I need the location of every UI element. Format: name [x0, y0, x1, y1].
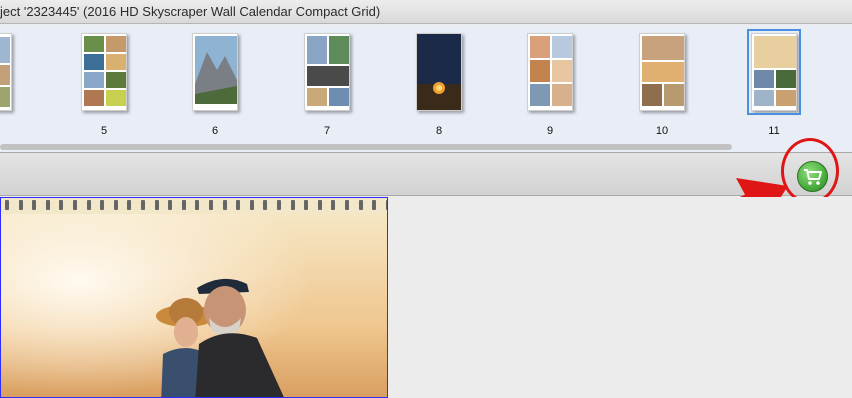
binding-ring: [277, 200, 281, 210]
binding-ring: [32, 200, 37, 210]
page-number: 8: [435, 125, 443, 137]
binding-ring: [141, 200, 145, 210]
binding-ring: [236, 200, 241, 210]
binding-ring: [195, 200, 200, 210]
binding-ring: [113, 200, 118, 210]
page-number: 7: [323, 125, 331, 137]
window-title: ject '2323445' (2016 HD Skyscraper Wall …: [0, 4, 381, 19]
binding-ring: [5, 200, 9, 210]
page-number: 10: [655, 125, 669, 137]
binding-ring: [100, 200, 105, 210]
binding-ring: [317, 200, 322, 210]
page-thumbnail-image: [527, 33, 573, 111]
calendar-photo: [1, 214, 387, 397]
page-thumbnail-6[interactable]: 6: [192, 33, 242, 137]
filmstrip-scrollbar[interactable]: [0, 142, 852, 152]
binding-ring: [304, 200, 309, 210]
page-thumbnail-image: [416, 33, 462, 111]
binding-ring: [263, 200, 268, 210]
binding-ring: [73, 200, 77, 210]
page-thumbnail-8[interactable]: 8: [416, 33, 466, 137]
binding-ring: [358, 200, 363, 210]
page-thumbnail-image: [747, 29, 801, 115]
page-thumbnail-10[interactable]: 10: [639, 33, 689, 137]
binding-ring: [86, 200, 91, 210]
page-number: 9: [546, 125, 554, 137]
binding-ring: [168, 200, 173, 210]
binding-ring: [59, 200, 64, 210]
title-bar: ject '2323445' (2016 HD Skyscraper Wall …: [0, 0, 852, 24]
scrollbar-knob[interactable]: [0, 144, 732, 150]
spiral-binding: [1, 200, 387, 212]
binding-ring: [45, 200, 50, 210]
binding-ring: [290, 200, 295, 210]
binding-ring: [209, 200, 213, 210]
page-filmstrip: 5 6 7 8 9 10 11: [0, 25, 852, 151]
page-number: 11: [768, 125, 780, 137]
binding-ring: [331, 200, 336, 210]
calendar-page-preview[interactable]: [0, 197, 388, 398]
page-thumbnail-7[interactable]: 7: [304, 33, 354, 137]
binding-ring: [345, 200, 349, 210]
page-thumbnail-5[interactable]: 5: [81, 33, 131, 137]
binding-ring: [249, 200, 254, 210]
page-number: 6: [211, 125, 219, 137]
page-canvas: [0, 197, 852, 398]
page-thumbnail-image: [639, 33, 685, 111]
binding-ring: [222, 200, 227, 210]
page-thumbnail-9[interactable]: 9: [527, 33, 577, 137]
page-thumbnail-image: [192, 33, 238, 111]
page-thumbnail-image: [0, 33, 12, 111]
page-thumbnail-11[interactable]: 11: [747, 29, 801, 137]
binding-ring: [385, 200, 387, 210]
binding-ring: [181, 200, 186, 210]
page-thumbnail[interactable]: [0, 33, 16, 121]
binding-ring: [372, 200, 377, 210]
page-thumbnail-image: [81, 33, 127, 111]
binding-ring: [127, 200, 132, 210]
binding-ring: [18, 200, 23, 210]
page-number: 5: [100, 125, 108, 137]
binding-ring: [154, 200, 159, 210]
page-thumbnail-image: [304, 33, 350, 111]
